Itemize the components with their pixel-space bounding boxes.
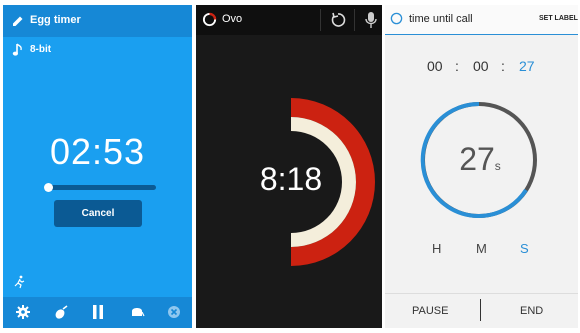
seconds-value[interactable]: 27: [519, 58, 535, 74]
divider: [480, 299, 481, 321]
divider: [320, 9, 321, 31]
progress-track: [44, 185, 156, 190]
big-countdown: 27s: [425, 141, 535, 178]
pencil-icon[interactable]: [12, 15, 24, 27]
unit-minutes[interactable]: M: [476, 241, 487, 256]
countdown-display: 02:53: [49, 131, 146, 172]
divider: [354, 9, 355, 31]
minutes-value[interactable]: 00: [473, 58, 489, 74]
hours-value[interactable]: 00: [427, 58, 443, 74]
close-circle-icon[interactable]: [166, 304, 182, 320]
timer-title[interactable]: Egg timer: [30, 14, 81, 26]
pause-icon[interactable]: [90, 304, 106, 320]
ovo-timer-screen: Ovo 8:18: [196, 5, 382, 328]
app-title: Ovo: [222, 13, 243, 25]
clock-icon: [390, 12, 403, 25]
running-man-icon: [14, 275, 25, 289]
reset-icon[interactable]: [330, 12, 346, 28]
countdown-display: 8:18: [259, 161, 323, 197]
bottom-toolbar: [3, 297, 192, 328]
unit-seconds[interactable]: S: [520, 241, 529, 256]
music-note-icon: [12, 43, 22, 56]
bell-icon[interactable]: [129, 304, 145, 320]
colon-separator: :: [501, 58, 505, 74]
end-button[interactable]: END: [520, 305, 543, 317]
ovo-logo-icon: [202, 12, 217, 27]
timer-title: time until call: [409, 13, 473, 25]
set-label-button[interactable]: SET LABEL: [539, 15, 578, 22]
colon-separator: :: [455, 58, 459, 74]
unit-hours[interactable]: H: [432, 241, 441, 256]
cancel-button[interactable]: Cancel: [54, 200, 142, 227]
egg-timer-screen: Egg timer 8-bit 02:53 Cancel: [3, 5, 192, 328]
call-timer-screen: time until call SET LABEL 00 : 00 : 27 2…: [385, 5, 578, 328]
pause-button[interactable]: PAUSE: [412, 305, 448, 317]
gear-icon[interactable]: [15, 304, 31, 320]
progress-thumb[interactable]: [43, 183, 53, 192]
big-countdown-unit: s: [494, 159, 501, 173]
sound-name[interactable]: 8-bit: [30, 44, 51, 55]
microphone-icon[interactable]: [364, 11, 378, 29]
big-countdown-value: 27: [459, 141, 495, 177]
egg-icon[interactable]: [53, 304, 69, 320]
